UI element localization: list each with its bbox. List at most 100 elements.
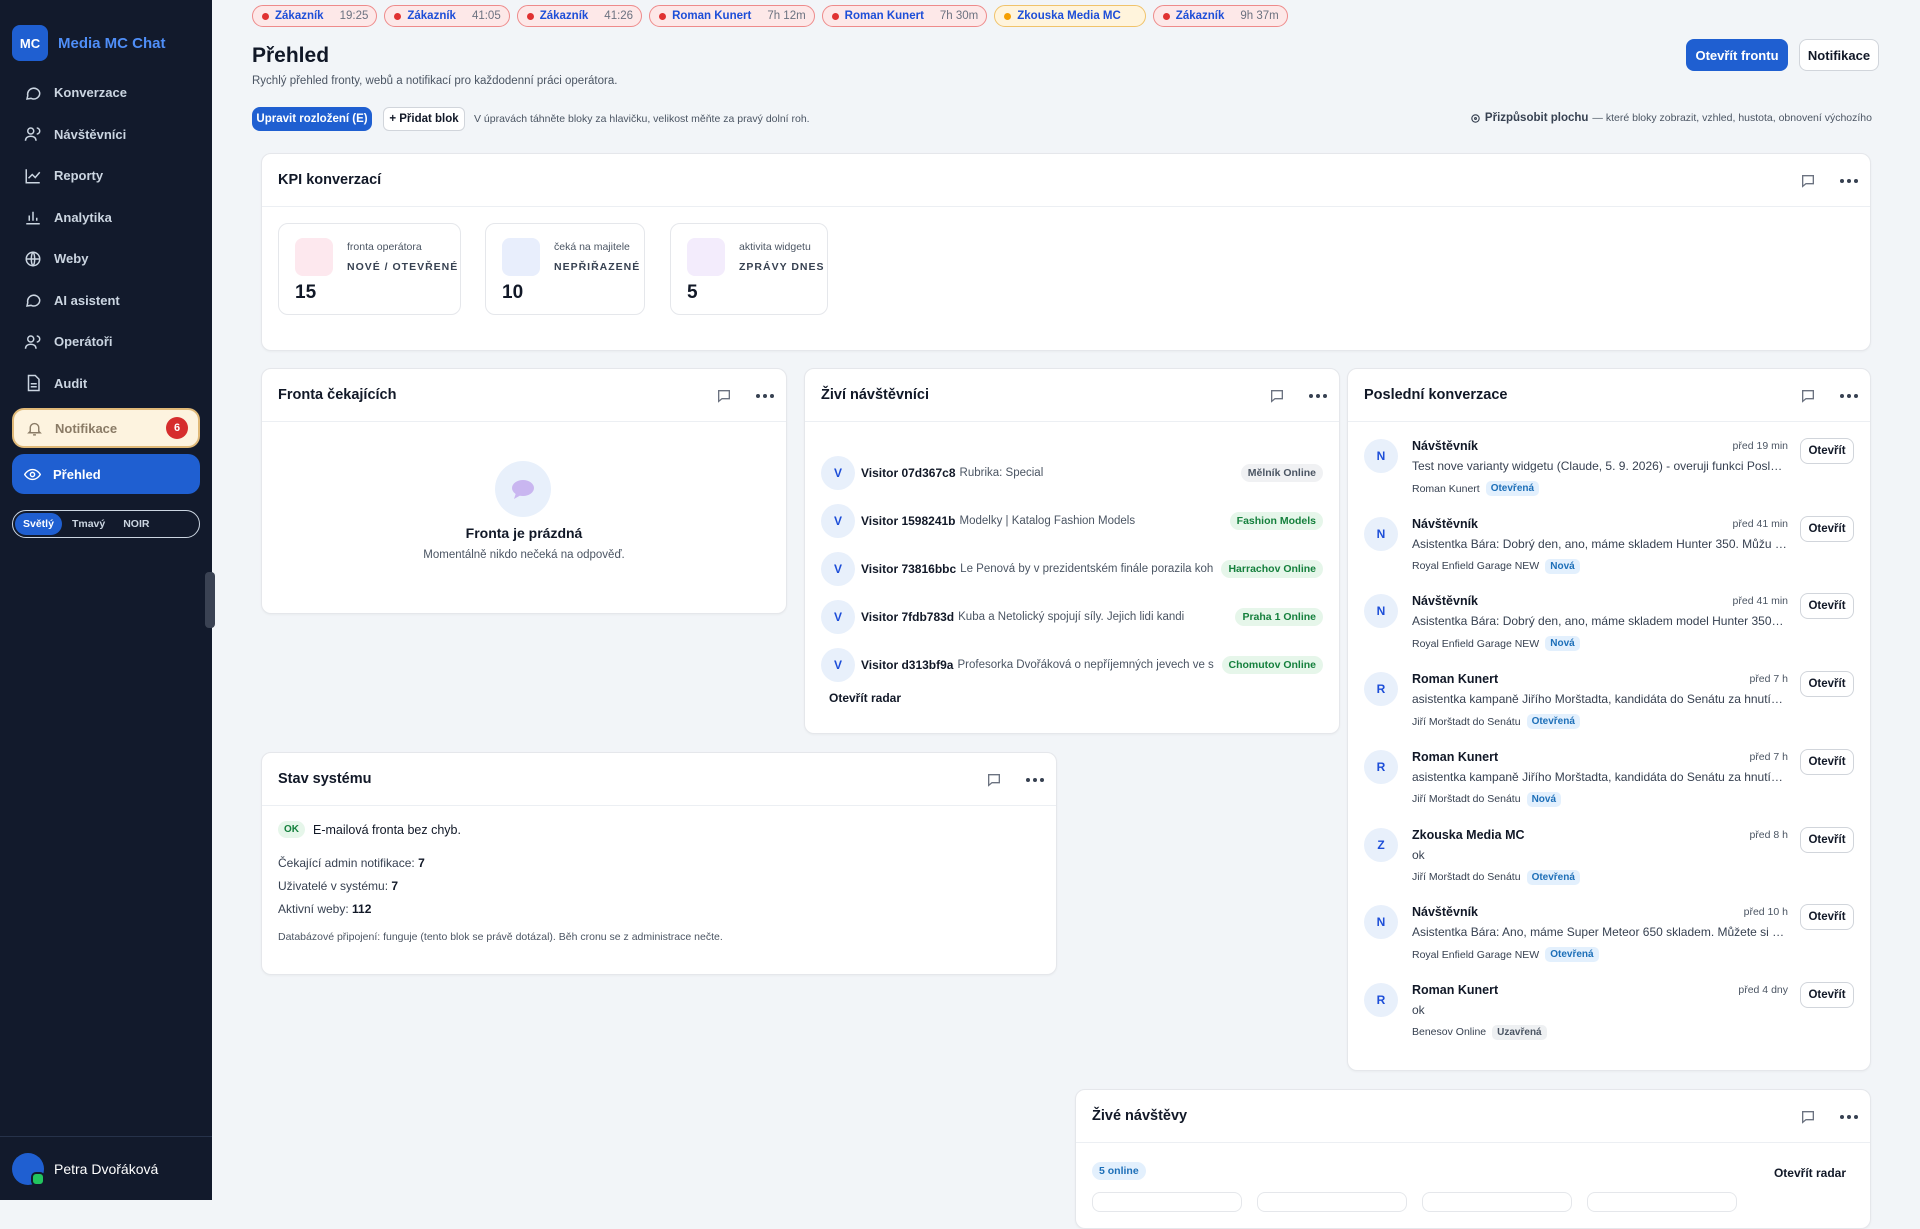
open-conversation-button[interactable]: Otevřít xyxy=(1800,438,1854,464)
visit-tile[interactable] xyxy=(1092,1192,1242,1212)
conversation-row[interactable]: N Návštěvník před 19 min Test nove varianty… xyxy=(1364,437,1854,507)
more-menu-icon[interactable] xyxy=(1840,178,1858,183)
notifications-button[interactable]: Notifikace xyxy=(1799,39,1879,71)
live-visitors-card: Živí návštěvníci V Visitor 07d367c8 Rubr… xyxy=(804,368,1340,734)
conversation-site: Royal Enfield Garage NEW xyxy=(1412,560,1540,573)
sidebar-item-konverzace[interactable]: Konverzace xyxy=(0,72,212,114)
conversation-tab[interactable]: Zákazník 41:26 xyxy=(516,5,643,27)
stat-label: Čekající admin notifikace: xyxy=(278,856,415,870)
more-menu-icon[interactable] xyxy=(1840,1114,1858,1119)
comment-icon[interactable] xyxy=(1800,173,1816,189)
card-header[interactable]: Živé návštěvy xyxy=(1076,1090,1870,1143)
conversation-row[interactable]: R Roman Kunert před 7 h asistentka kampaně … xyxy=(1364,748,1854,818)
more-menu-icon[interactable] xyxy=(756,393,774,398)
kpi-tile[interactable]: fronta operátora NOVÉ / OTEVŘENÉ 15 xyxy=(278,223,461,315)
sidebar-item-label: Přehled xyxy=(53,466,101,482)
conversation-row[interactable]: N Návštěvník před 41 min Asistentka Bára: D… xyxy=(1364,592,1854,662)
conversation-site: Roman Kunert xyxy=(1412,482,1480,495)
visit-tile[interactable] xyxy=(1422,1192,1572,1212)
comment-icon[interactable] xyxy=(716,388,732,404)
conversation-row[interactable]: N Návštěvník před 41 min Asistentka Bára: D… xyxy=(1364,515,1854,585)
conversation-site: Royal Enfield Garage NEW xyxy=(1412,637,1540,650)
conversation-name: Zkouska Media MC xyxy=(1412,827,1525,842)
conversation-tab[interactable]: Zkouska Media MC xyxy=(994,5,1146,27)
open-conversation-button[interactable]: Otevřít xyxy=(1800,671,1854,698)
sidebar-item-ai-asistent[interactable]: AI asistent xyxy=(0,280,212,322)
visitor-row[interactable]: V Visitor 07d367c8 Rubrika: Special Měln… xyxy=(821,455,1323,491)
conversation-row[interactable]: N Návštěvník před 10 h Asistentka Bára: Ano… xyxy=(1364,903,1854,973)
sidebar-item-reporty[interactable]: Reporty xyxy=(0,155,212,197)
status-dot xyxy=(659,12,667,20)
stat-label: Aktivní weby: xyxy=(278,902,349,916)
visitor-row[interactable]: V Visitor 1598241b Modelky | Katalog Fas… xyxy=(821,503,1323,539)
card-header[interactable]: KPI konverzací xyxy=(262,154,1870,207)
user-profile[interactable]: Petra Dvořáková xyxy=(0,1136,212,1200)
visitor-site-tag: Harrachov Online xyxy=(1221,560,1323,578)
conversation-tab[interactable]: Zákazník 41:05 xyxy=(384,5,510,27)
stat-value: 112 xyxy=(352,902,372,916)
status-dot xyxy=(394,12,402,20)
sidebar-item-analytika[interactable]: Analytika xyxy=(0,197,212,239)
theme-option-noir[interactable]: NOIR xyxy=(115,513,157,535)
add-block-button[interactable]: + Přidat blok xyxy=(383,107,465,131)
card-header[interactable]: Živí návštěvníci xyxy=(805,369,1339,422)
sidebar-item-notifikace[interactable]: Notifikace 6 xyxy=(12,408,200,448)
visit-tile[interactable] xyxy=(1587,1192,1737,1212)
conversation-tab[interactable]: Roman Kunert 7h 30m xyxy=(821,5,988,27)
open-radar-link[interactable]: Otevřít radar xyxy=(1774,1166,1846,1180)
conversation-tab[interactable]: Roman Kunert 7h 12m xyxy=(649,5,815,27)
card-header[interactable]: Poslední konverzace xyxy=(1348,369,1870,422)
conversation-tab[interactable]: Zákazník 19:25 xyxy=(252,5,378,27)
open-radar-link[interactable]: Otevřít radar xyxy=(829,691,901,705)
theme-option-light[interactable]: Světlý xyxy=(15,513,62,535)
comment-icon[interactable] xyxy=(1800,1109,1816,1125)
more-menu-icon[interactable] xyxy=(1026,777,1044,782)
card-title: Stav systému xyxy=(278,771,372,787)
edit-layout-button[interactable]: Upravit rozložení (E) xyxy=(252,107,372,131)
sidebar-item-prehled[interactable]: Přehled xyxy=(12,454,200,494)
visitor-row[interactable]: V Visitor d313bf9a Profesorka Dvořáková … xyxy=(821,647,1323,683)
card-title: Živí návštěvníci xyxy=(821,387,929,403)
comment-icon[interactable] xyxy=(986,772,1002,788)
comment-icon[interactable] xyxy=(1269,388,1285,404)
sidebar-item-navstevnici[interactable]: Návštěvníci xyxy=(0,114,212,156)
open-conversation-button[interactable]: Otevřít xyxy=(1800,515,1854,542)
kpi-tile[interactable]: čeká na majitele NEPŘIŘAZENÉ 10 xyxy=(485,223,645,315)
sidebar-item-label: Audit xyxy=(54,375,88,391)
brand[interactable]: MC Media MC Chat xyxy=(0,0,212,68)
kpi-tile[interactable]: aktivita widgetu ZPRÁVY DNES 5 xyxy=(670,223,828,315)
more-menu-icon[interactable] xyxy=(1309,393,1327,398)
user-name: Petra Dvořáková xyxy=(54,1160,159,1177)
card-header[interactable]: Fronta čekajících xyxy=(262,369,786,422)
open-conversation-button[interactable]: Otevřít xyxy=(1800,748,1854,775)
conversation-row[interactable]: R Roman Kunert před 4 dny ok Benesov Online U… xyxy=(1364,981,1854,1051)
conversation-site: Jiří Morštadt do Senátu xyxy=(1412,715,1521,728)
open-queue-button[interactable]: Otevřít frontu xyxy=(1686,39,1788,71)
conversation-tab[interactable]: Zákazník 9h 37m xyxy=(1152,5,1288,27)
theme-option-dark[interactable]: Tmavý xyxy=(64,513,113,535)
customize-dashboard-link[interactable]: Přizpůsobit plochu — které bloky zobrazi… xyxy=(1470,112,1872,124)
avatar xyxy=(12,1152,45,1186)
sidebar-item-weby[interactable]: Weby xyxy=(0,238,212,280)
open-conversation-button[interactable]: Otevřít xyxy=(1800,826,1854,853)
more-menu-icon[interactable] xyxy=(1840,393,1858,398)
visitor-page: Profesorka Dvořáková o nepříjemných jeve… xyxy=(957,659,1214,671)
theme-switcher: Světlý Tmavý NOIR xyxy=(12,510,200,538)
conversation-row[interactable]: R Roman Kunert před 7 h asistentka kampaně … xyxy=(1364,670,1854,740)
conversation-avatar: R xyxy=(1364,982,1398,1017)
sidebar-item-audit[interactable]: Audit xyxy=(0,363,212,405)
conversation-row[interactable]: Z Zkouska Media MC před 8 h ok Jiří Morštadt… xyxy=(1364,826,1854,896)
conversation-time: před 41 min xyxy=(1732,517,1788,530)
status-badge: Uzavřená xyxy=(1492,1024,1547,1040)
open-conversation-button[interactable]: Otevřít xyxy=(1800,593,1854,620)
card-header[interactable]: Stav systému xyxy=(262,753,1056,806)
comment-icon[interactable] xyxy=(1800,388,1816,404)
visit-tile[interactable] xyxy=(1257,1192,1407,1212)
sidebar-item-operatori[interactable]: Operátoři xyxy=(0,321,212,363)
visitor-row[interactable]: V Visitor 7fdb783d Kuba a Netolický spoj… xyxy=(821,599,1323,635)
open-conversation-button[interactable]: Otevřít xyxy=(1800,904,1854,931)
open-conversation-button[interactable]: Otevřít xyxy=(1800,981,1854,1008)
kpi-icon xyxy=(687,238,725,276)
status-badge: Otevřená xyxy=(1485,481,1540,496)
visitor-row[interactable]: V Visitor 73816bbc Le Penová by v prezid… xyxy=(821,551,1323,587)
